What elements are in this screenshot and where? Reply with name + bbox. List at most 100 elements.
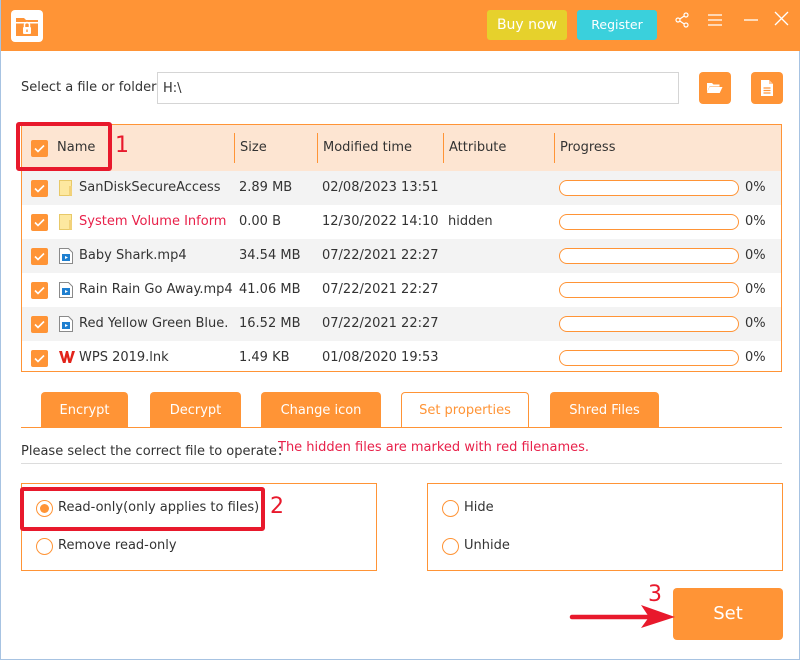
hide-radio[interactable] (442, 500, 459, 517)
file-size: 16.52 MB (239, 316, 301, 331)
file-modified: 07/22/2021 22:27 (322, 248, 439, 263)
hint-text: Please select the correct file to operat… (21, 444, 290, 459)
checkmark-icon (34, 286, 45, 295)
tabs-underline (21, 427, 782, 428)
annotation-number-1: 1 (115, 133, 129, 158)
hidden-files-warning: The hidden files are marked with red fil… (278, 440, 590, 455)
checkmark-icon (34, 252, 45, 261)
hide-label[interactable]: Hide (464, 500, 494, 515)
row-checkbox[interactable] (31, 214, 48, 231)
file-size: 2.89 MB (239, 180, 293, 195)
video-file-icon (59, 316, 73, 332)
progress-bar (559, 350, 739, 366)
remove-readonly-radio[interactable] (36, 538, 53, 555)
close-icon[interactable] (772, 10, 794, 32)
progress-percent: 0% (745, 282, 766, 297)
video-file-icon (59, 248, 73, 264)
unhide-label[interactable]: Unhide (464, 538, 510, 553)
browse-file-button[interactable] (751, 72, 783, 104)
path-label: Select a file or folder: (21, 80, 161, 95)
progress-bar (559, 180, 739, 196)
file-name: SanDiskSecureAccess (79, 180, 221, 195)
annotation-box-2 (20, 487, 265, 531)
progress-percent: 0% (745, 350, 766, 365)
header-progress[interactable]: Progress (560, 125, 615, 171)
file-modified: 02/08/2023 13:51 (322, 180, 439, 195)
folder-icon (59, 214, 73, 230)
path-input[interactable] (157, 72, 679, 104)
table-row[interactable]: WPS 2019.lnk 1.49 KB 01/08/2020 19:53 0% (22, 341, 781, 375)
annotation-number-2: 2 (270, 494, 284, 519)
header-modified[interactable]: Modified time (323, 125, 412, 171)
checkmark-icon (34, 184, 45, 193)
row-checkbox[interactable] (31, 282, 48, 299)
hide-options-group: Hide Unhide (427, 483, 783, 571)
tab-decrypt[interactable]: Decrypt (150, 392, 241, 428)
folder-icon (59, 180, 73, 196)
folder-open-icon (707, 83, 723, 93)
file-icon (761, 80, 773, 96)
tab-change-icon[interactable]: Change icon (261, 392, 381, 428)
annotation-box-1 (16, 122, 112, 171)
tab-encrypt[interactable]: Encrypt (41, 392, 128, 428)
set-button[interactable]: Set (673, 588, 783, 640)
row-checkbox[interactable] (31, 350, 48, 367)
file-table: Name Size Modified time Attribute Progre… (21, 124, 782, 372)
minimize-icon[interactable] (741, 10, 763, 32)
browse-folder-button[interactable] (699, 72, 731, 104)
table-row[interactable]: System Volume Inform 0.00 B 12/30/2022 14:… (22, 205, 781, 239)
column-divider[interactable] (234, 133, 235, 163)
file-name: Rain Rain Go Away.mp4 (79, 282, 233, 297)
annotation-arrow-icon (569, 605, 675, 628)
file-size: 1.49 KB (239, 350, 290, 365)
progress-bar (559, 316, 739, 332)
checkmark-icon (34, 354, 45, 363)
header-size[interactable]: Size (240, 125, 267, 171)
column-divider[interactable] (443, 133, 444, 163)
progress-percent: 0% (745, 248, 766, 263)
divider (21, 463, 782, 464)
progress-bar (559, 282, 739, 298)
row-checkbox[interactable] (31, 248, 48, 265)
column-divider[interactable] (554, 133, 555, 163)
file-size: 41.06 MB (239, 282, 301, 297)
share-icon[interactable] (671, 10, 693, 32)
app-window: Buy now Register Select a file or folder… (0, 0, 800, 660)
row-checkbox[interactable] (31, 180, 48, 197)
buy-now-button[interactable]: Buy now (487, 10, 567, 40)
header-attribute[interactable]: Attribute (449, 125, 506, 171)
file-name: System Volume Inform (79, 214, 227, 229)
title-bar: Buy now Register (1, 0, 800, 51)
file-modified: 12/30/2022 14:10 (322, 214, 439, 229)
progress-bar (559, 248, 739, 264)
checkmark-icon (34, 218, 45, 227)
row-checkbox[interactable] (31, 316, 48, 333)
progress-percent: 0% (745, 316, 766, 331)
file-modified: 01/08/2020 19:53 (322, 350, 439, 365)
file-name: Baby Shark.mp4 (79, 248, 187, 263)
unhide-radio[interactable] (442, 538, 459, 555)
file-name: Red Yellow Green Blue. (79, 316, 229, 331)
file-size: 0.00 B (239, 214, 281, 229)
table-row[interactable]: Red Yellow Green Blue. 16.52 MB 07/22/2021… (22, 307, 781, 341)
file-modified: 07/22/2021 22:27 (322, 282, 439, 297)
column-divider[interactable] (317, 133, 318, 163)
app-logo-icon (11, 10, 43, 42)
register-button[interactable]: Register (577, 10, 657, 40)
table-row[interactable]: Baby Shark.mp4 34.54 MB 07/22/2021 22:27 0% (22, 239, 781, 273)
progress-bar (559, 214, 739, 230)
checkmark-icon (34, 320, 45, 329)
table-row[interactable]: SanDiskSecureAccess 2.89 MB 02/08/2023 13:… (22, 171, 781, 205)
table-row[interactable]: Rain Rain Go Away.mp4 41.06 MB 07/22/2021 … (22, 273, 781, 307)
menu-icon[interactable] (705, 10, 727, 32)
wps-icon (59, 350, 75, 366)
tab-set-properties[interactable]: Set properties (401, 392, 529, 428)
remove-readonly-label[interactable]: Remove read-only (58, 538, 177, 553)
tab-shred-files[interactable]: Shred Files (550, 392, 659, 428)
file-attribute: hidden (448, 214, 493, 229)
progress-percent: 0% (745, 214, 766, 229)
file-modified: 07/22/2021 22:27 (322, 316, 439, 331)
video-file-icon (59, 282, 73, 298)
file-size: 34.54 MB (239, 248, 301, 263)
file-name: WPS 2019.lnk (79, 350, 169, 365)
